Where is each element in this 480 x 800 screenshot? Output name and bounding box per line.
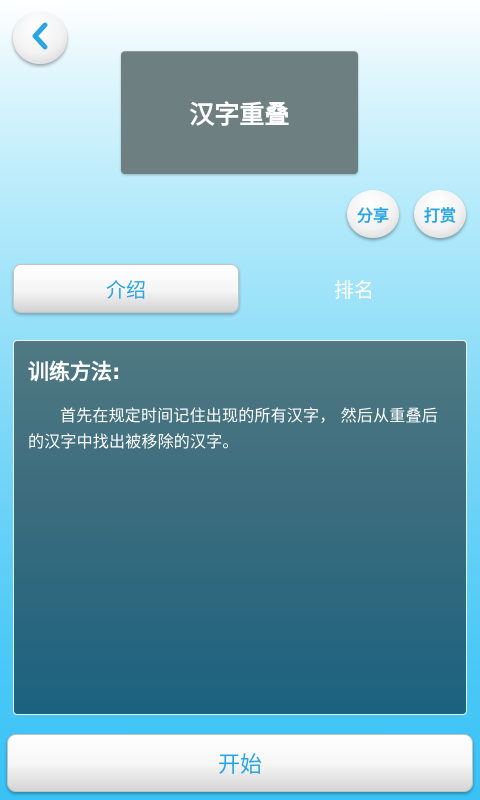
back-button[interactable] [13, 12, 67, 64]
tab-intro[interactable]: 介绍 [13, 264, 239, 313]
title-banner: 汉字重叠 [121, 51, 358, 174]
reward-button[interactable]: 打赏 [414, 190, 466, 238]
page-title: 汉字重叠 [189, 100, 290, 129]
description-panel: 训练方法: 首先在规定时间记住出现的所有汉字， 然后从重叠后的汉字中找出被移除的… [13, 340, 467, 715]
tab-intro-label: 介绍 [106, 278, 146, 302]
share-button[interactable]: 分享 [347, 190, 399, 238]
description-heading: 训练方法: [28, 360, 121, 384]
tab-ranking-label: 排名 [334, 278, 374, 302]
share-button-label: 分享 [356, 206, 389, 225]
tab-ranking[interactable]: 排名 [241, 264, 467, 313]
start-button-label: 开始 [217, 753, 262, 778]
chevron-left-icon [29, 21, 51, 55]
start-button[interactable]: 开始 [7, 734, 473, 792]
description-text: 首先在规定时间记住出现的所有汉字， 然后从重叠后的汉字中找出被移除的汉字。 [28, 406, 438, 451]
reward-button-label: 打赏 [423, 206, 456, 225]
